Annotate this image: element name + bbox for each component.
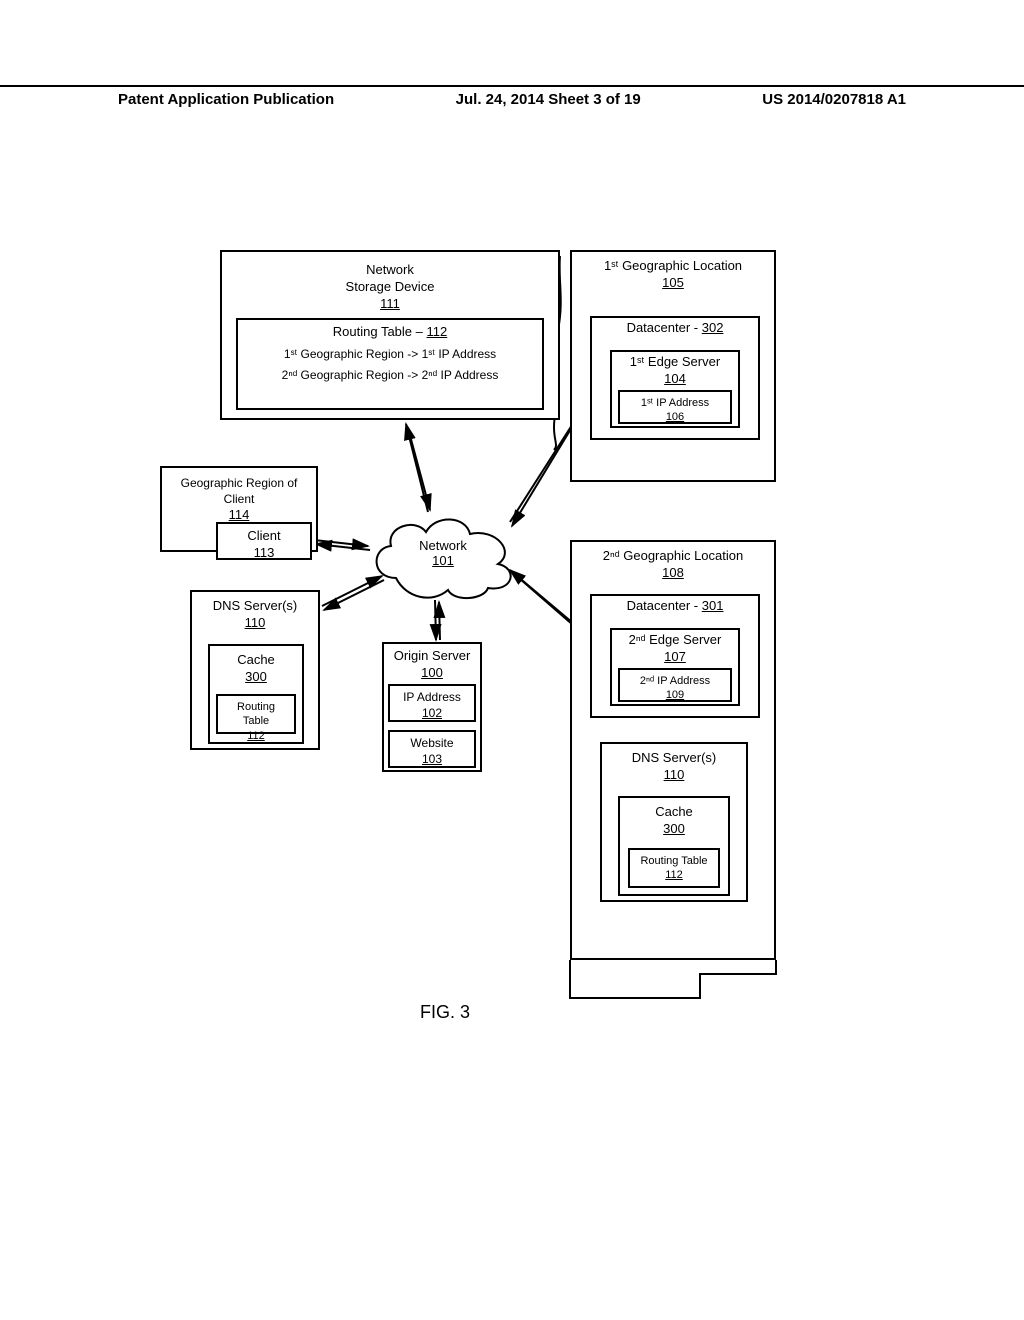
routing-row-2: 2ⁿᵈ Geographic Region -> 2ⁿᵈ IP Address — [244, 368, 536, 384]
figure-label: FIG. 3 — [420, 1002, 470, 1023]
routing-table-box: Routing Table – 112 1ˢᵗ Geographic Regio… — [236, 318, 544, 410]
dc2-num: 301 — [702, 598, 724, 613]
dns-l-label: DNS Server(s) — [198, 598, 312, 615]
routing-table-right: Routing Table 112 — [628, 848, 720, 888]
origin-site-num: 103 — [422, 752, 442, 766]
client-region-label: Geographic Region of Client — [168, 476, 310, 507]
edge2-label: 2ⁿᵈ Edge Server — [618, 632, 732, 649]
geo2-label: 2ⁿᵈ Geographic Location — [578, 548, 768, 565]
header-left: Patent Application Publication — [118, 91, 334, 108]
dc1-label: Datacenter - — [627, 320, 699, 335]
client-num: 113 — [254, 545, 275, 560]
storage-label: NetworkStorage Device — [228, 262, 552, 296]
rt-l-num: 112 — [247, 730, 265, 742]
dns-r-num: 110 — [664, 767, 685, 782]
rt-r-num: 112 — [665, 869, 683, 881]
header-center: Jul. 24, 2014 Sheet 3 of 19 — [456, 91, 641, 108]
diagram-canvas: NetworkStorage Device 111 Routing Table … — [160, 250, 800, 1010]
geo2-border-notch — [540, 958, 790, 1018]
client-region-num: 114 — [229, 507, 250, 522]
origin-ip: IP Address 102 — [388, 684, 476, 722]
edge1-ip: 1ˢᵗ IP Address 106 — [618, 390, 732, 424]
dns-l-num: 110 — [245, 615, 266, 630]
routing-row-1: 1ˢᵗ Geographic Region -> 1ˢᵗ IP Address — [244, 347, 536, 363]
rt-r-label: Routing Table — [636, 854, 712, 868]
rt-l-label: Routing Table — [224, 700, 288, 729]
ip2-num: 109 — [666, 689, 684, 701]
storage-num: 111 — [380, 296, 400, 311]
dc1-num: 302 — [702, 320, 724, 335]
page-header: Patent Application Publication Jul. 24, … — [0, 85, 1024, 108]
cloud-num: 101 — [432, 553, 454, 568]
geo2-num: 108 — [662, 565, 684, 580]
client-label: Client — [224, 528, 304, 545]
network-cloud: Network 101 — [366, 508, 520, 600]
geo1-num: 105 — [662, 275, 684, 290]
dns-r-label: DNS Server(s) — [608, 750, 740, 767]
edge1-label: 1ˢᵗ Edge Server — [618, 354, 732, 371]
header-right: US 2014/0207818 A1 — [762, 91, 906, 108]
ip2-label: 2ⁿᵈ IP Address — [626, 674, 724, 688]
origin-label: Origin Server — [390, 648, 474, 665]
origin-ip-label: IP Address — [396, 690, 468, 706]
origin-ip-num: 102 — [422, 706, 442, 720]
cache-r-label: Cache — [626, 804, 722, 821]
cache-r-num: 300 — [663, 821, 685, 836]
origin-site-label: Website — [396, 736, 468, 752]
origin-num: 100 — [421, 665, 443, 680]
origin-website: Website 103 — [388, 730, 476, 768]
routing-label: Routing Table – — [333, 324, 423, 339]
cloud-label: Network — [366, 538, 520, 553]
ip1-label: 1ˢᵗ IP Address — [626, 396, 724, 410]
ip1-num: 106 — [666, 411, 684, 423]
cache-l-num: 300 — [245, 669, 267, 684]
edge1-num: 104 — [664, 371, 686, 386]
edge2-num: 107 — [664, 649, 686, 664]
dc2-label: Datacenter - — [627, 598, 699, 613]
cache-l-label: Cache — [216, 652, 296, 669]
routing-num: 112 — [427, 324, 448, 339]
geo1-label: 1ˢᵗ Geographic Location — [578, 258, 768, 275]
edge2-ip: 2ⁿᵈ IP Address 109 — [618, 668, 732, 702]
routing-table-left: Routing Table 112 — [216, 694, 296, 734]
client-box: Client 113 — [216, 522, 312, 560]
